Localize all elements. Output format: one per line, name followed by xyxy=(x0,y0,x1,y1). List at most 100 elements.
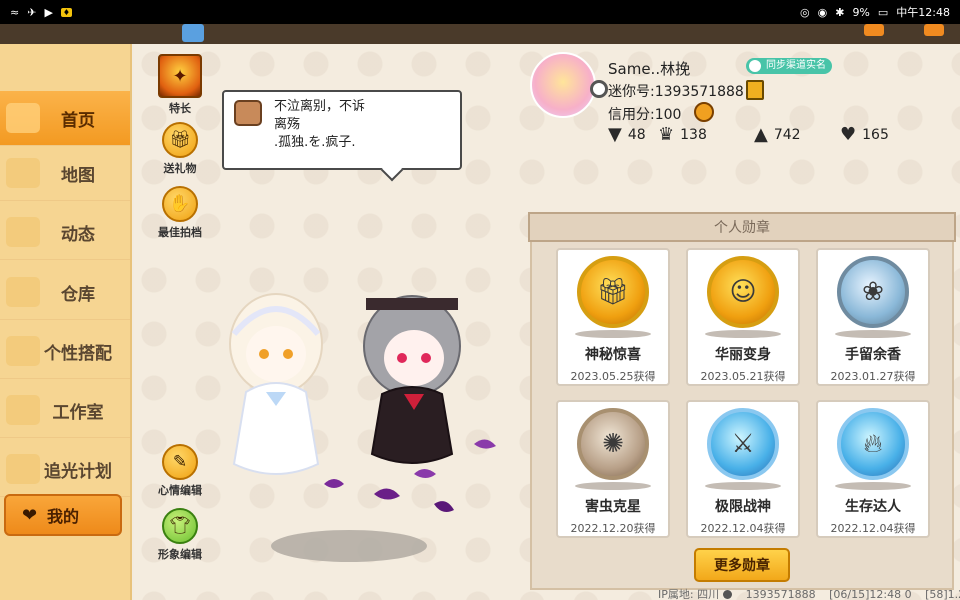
main-profile-area: ✦ 特长 🎁︎ 送礼物 ✋ 最佳拍档 ✎ 心情编辑 👕︎ 形象编辑 不泣离别，不… xyxy=(134,44,960,600)
heart-icon: ♥ xyxy=(840,124,857,145)
cube-icon xyxy=(182,24,204,42)
credit-score: 信用分:100 xyxy=(608,107,682,123)
medal-base xyxy=(835,330,911,338)
mini-id: 迷你号:1393571888 xyxy=(608,84,744,100)
stat-likes-value: 165 xyxy=(862,126,889,143)
system-status-bar: ≈ ✈ ▶ ♦ ◎ ◉ ✱ 9% ▭ 中午12:48 xyxy=(0,0,960,24)
medal-date: 2023.05.21获得 xyxy=(700,370,786,383)
sidebar-item-storage[interactable]: 仓库 xyxy=(0,265,130,320)
medal-card[interactable]: ✺ 害虫克星 2022.12.20获得 xyxy=(556,400,670,538)
top-right-orange-icon[interactable] xyxy=(864,24,884,36)
send-gift-label: 送礼物 xyxy=(163,162,197,175)
footer-uid: 1393571888 xyxy=(745,588,816,600)
sidebar-item-mine[interactable]: ❤ 我的 xyxy=(4,494,122,536)
best-photo-button[interactable]: ✋ 最佳拍档 xyxy=(145,186,215,240)
purple-petals xyxy=(324,439,496,512)
mood-speech-bubble[interactable]: 不泣离别，不诉 离殇 .孤独.を.疯子. xyxy=(222,90,462,182)
footer-info: IP属地: 四川 1393571888 [06/15]12:48 0 [58]1… xyxy=(658,586,960,600)
signal-icon: ✱ xyxy=(835,5,845,19)
stat-fire-value: 742 xyxy=(773,126,801,143)
battery-percent: 9% xyxy=(852,5,870,19)
medal-base xyxy=(705,330,781,338)
sidebar-item-feed[interactable]: 动态 xyxy=(0,205,130,260)
stat-likes: ♥ 165 xyxy=(840,124,889,145)
sidebar-item-map[interactable]: 地图 xyxy=(0,146,130,201)
play-icon: ▶ xyxy=(44,5,53,19)
fire-medal-icon: 🔥︎ xyxy=(837,408,909,480)
medal-date: 2022.12.20获得 xyxy=(570,522,656,535)
medal-name: 华丽变身 xyxy=(715,347,771,363)
sidebar-item-label: 个性搭配 xyxy=(44,343,112,364)
map-icon xyxy=(6,158,40,188)
bubble-avatar-icon xyxy=(234,100,262,126)
stat-fire: ▲ 742 xyxy=(754,124,801,145)
handshake-icon: ✋ xyxy=(162,186,198,222)
outfit-icon xyxy=(6,336,40,366)
fire-icon: ▲ xyxy=(754,124,768,145)
eye-icon: ◉ xyxy=(817,5,828,19)
medal-base xyxy=(575,330,651,338)
bubble-line-3: .孤独.を.疯子. xyxy=(274,135,356,150)
heart-icon: ❤ xyxy=(22,505,38,526)
app-top-bar xyxy=(0,24,960,44)
best-photo-label: 最佳拍档 xyxy=(158,226,202,239)
notification-badge-icon: ♦ xyxy=(60,7,73,17)
edit-icon: ✎ xyxy=(162,444,198,480)
mood-edit-button[interactable]: ✎ 心情编辑 xyxy=(145,444,215,498)
sidebar-item-label: 首页 xyxy=(61,110,95,131)
sync-realname-button[interactable]: 同步渠道实名 xyxy=(746,58,832,74)
send-gift-button[interactable]: 🎁︎ 送礼物 xyxy=(145,122,215,176)
medal-name: 极限战神 xyxy=(715,499,771,515)
sidebar-item-outfit[interactable]: 个性搭配 xyxy=(0,324,130,379)
medal-base xyxy=(575,482,651,490)
sidebar-item-light-plan[interactable]: 追光计划 xyxy=(0,442,130,497)
sidebar-nav: 首页 地图 动态 仓库 个性搭配 工作室 追光计划 ❤ 我的 xyxy=(0,44,132,600)
stat-bookmark: ▼ 48 xyxy=(608,124,646,145)
specialty-label: 特长 xyxy=(169,102,191,115)
medal-date: 2023.05.25获得 xyxy=(570,370,656,383)
medal-name: 生存达人 xyxy=(845,499,901,515)
footer-session: [06/15]12:48 0 xyxy=(829,588,912,600)
copy-icon[interactable] xyxy=(746,80,764,100)
medal-card[interactable]: 🔥︎ 生存达人 2022.12.04获得 xyxy=(816,400,930,538)
specialty-button[interactable]: ✦ 特长 xyxy=(145,54,215,116)
credit-person-icon[interactable] xyxy=(694,102,714,122)
medal-card[interactable]: 🎁︎ 神秘惊喜 2023.05.25获得 xyxy=(556,248,670,386)
medal-name: 手留余香 xyxy=(845,347,901,363)
sidebar-item-studio[interactable]: 工作室 xyxy=(0,383,130,438)
medal-card[interactable]: ⚔ 极限战神 2022.12.04获得 xyxy=(686,400,800,538)
battery-icon: ▭ xyxy=(877,5,889,19)
home-icon xyxy=(6,103,40,133)
medal-date: 2022.12.04获得 xyxy=(830,522,916,535)
boss-medal-icon: ⚔ xyxy=(707,408,779,480)
medal-base xyxy=(705,482,781,490)
medal-date: 2023.01.27获得 xyxy=(830,370,916,383)
player-name: Same..林挽 xyxy=(608,60,691,78)
medals-panel: 个人勋章 🎁︎ 神秘惊喜 2023.05.25获得 ☺ 华丽变身 2023.05… xyxy=(528,212,956,590)
bug-medal-icon: ✺ xyxy=(577,408,649,480)
studio-icon xyxy=(6,395,40,425)
bubble-line-2: 离殇 xyxy=(274,117,301,132)
stat-bookmark-value: 48 xyxy=(627,126,646,143)
ip-location: IP属地: 四川 xyxy=(658,588,720,600)
image-edit-button[interactable]: 👕︎ 形象编辑 xyxy=(145,508,215,562)
medal-name: 害虫克星 xyxy=(585,499,641,515)
gift-icon: 🎁︎ xyxy=(162,122,198,158)
top-right-close-icon[interactable] xyxy=(924,24,944,36)
sidebar-item-label: 工作室 xyxy=(52,402,104,423)
airplane-icon: ✈ xyxy=(27,5,37,19)
specialty-icon: ✦ xyxy=(158,54,202,98)
medal-card[interactable]: ☺ 华丽变身 2023.05.21获得 xyxy=(686,248,800,386)
medal-card[interactable]: ❀ 手留余香 2023.01.27获得 xyxy=(816,248,930,386)
more-medals-button[interactable]: 更多勋章 xyxy=(694,548,790,582)
mood-edit-label: 心情编辑 xyxy=(158,484,202,497)
gift-medal-icon: 🎁︎ xyxy=(577,256,649,328)
footer-version: [58]1.26.5 xyxy=(925,588,960,600)
info-icon[interactable] xyxy=(723,590,733,599)
player-avatar[interactable] xyxy=(530,52,596,118)
bubble-tail xyxy=(380,158,404,182)
sidebar-item-home[interactable]: 首页 xyxy=(0,91,130,146)
bubble-line-1: 不泣离别，不诉 xyxy=(274,99,366,114)
light-plan-icon xyxy=(6,454,40,484)
sidebar-item-label: 我的 xyxy=(46,507,79,526)
